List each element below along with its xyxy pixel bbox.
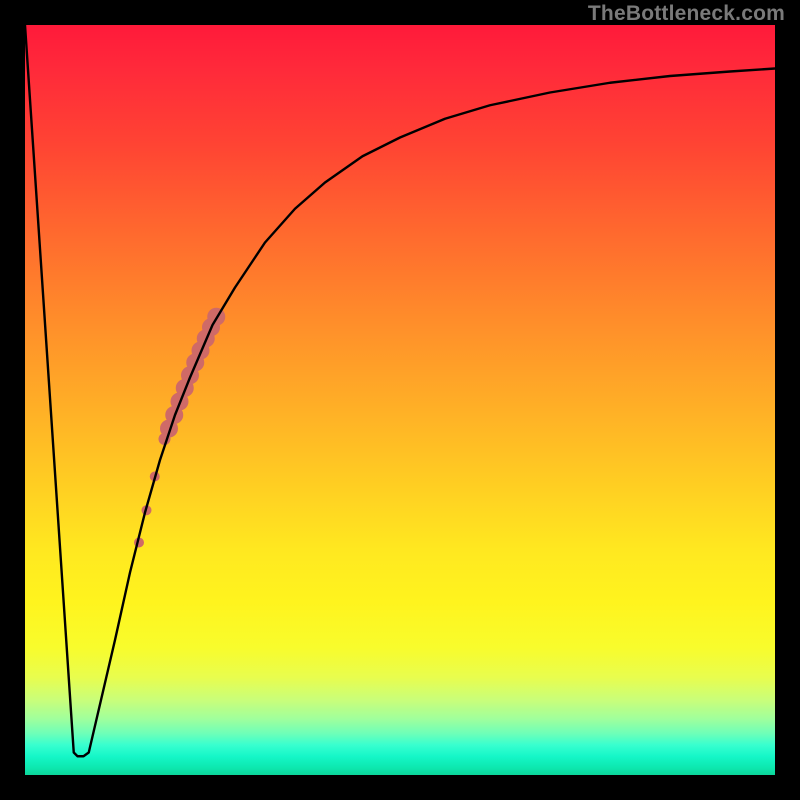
watermark-text: TheBottleneck.com bbox=[588, 2, 785, 26]
highlight-markers bbox=[134, 308, 225, 548]
chart-stage: TheBottleneck.com bbox=[0, 0, 800, 800]
bottleneck-curve bbox=[25, 25, 775, 756]
plot-area bbox=[25, 25, 775, 775]
curve-layer bbox=[25, 25, 775, 775]
